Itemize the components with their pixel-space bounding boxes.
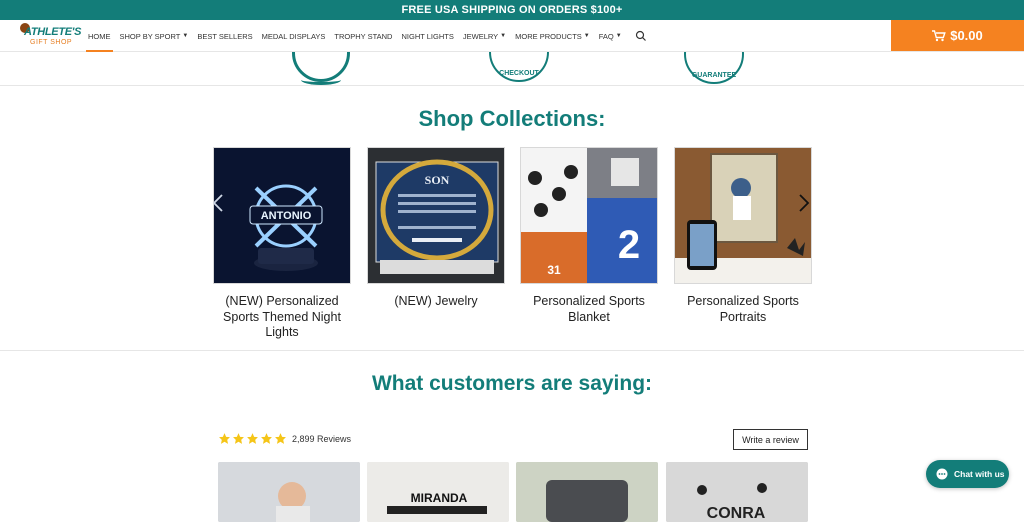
search-icon[interactable] bbox=[635, 30, 647, 42]
review-photo[interactable]: CONRA bbox=[666, 462, 808, 522]
announcement-text: FREE USA SHIPPING ON ORDERS $100+ bbox=[401, 4, 623, 16]
star-icon bbox=[233, 433, 244, 444]
nav-item-night-lights[interactable]: NIGHT LIGHTS bbox=[401, 20, 453, 52]
nav-item-medal-displays[interactable]: MEDAL DISPLAYS bbox=[262, 20, 326, 52]
shipping-badge bbox=[292, 52, 350, 85]
cart-button[interactable]: $0.00 bbox=[891, 20, 1024, 51]
carousel-prev-arrow-icon[interactable] bbox=[212, 193, 224, 213]
collection-name[interactable]: (NEW) Jewelry bbox=[367, 294, 505, 310]
nav-item-jewelry[interactable]: JEWELRY ▼ bbox=[463, 20, 506, 52]
nav-item-more-products[interactable]: MORE PRODUCTS ▼ bbox=[515, 20, 590, 52]
cart-total: $0.00 bbox=[950, 28, 983, 43]
collection-image-portraits[interactable] bbox=[674, 147, 812, 284]
star-icon bbox=[275, 433, 286, 444]
reviews-heading: What customers are saying: bbox=[371, 372, 653, 395]
review-photo[interactable] bbox=[218, 462, 360, 522]
cart-icon bbox=[932, 29, 946, 41]
caret-down-icon: ▼ bbox=[583, 33, 590, 39]
review-photo[interactable] bbox=[516, 462, 658, 522]
nav-item-trophy-stand[interactable]: TROPHY STAND bbox=[334, 20, 392, 52]
logo-line1: ATHLETE'S bbox=[24, 26, 82, 38]
collection-name[interactable]: Personalized Sports Blanket bbox=[520, 294, 658, 325]
collection-card-night-lights[interactable]: ANTONIO (NEW) Personalized Sports Themed… bbox=[213, 147, 351, 341]
blanket-text: 31 bbox=[547, 263, 561, 277]
collection-card-jewelry[interactable]: SON (NEW) Jewelry bbox=[367, 147, 505, 310]
collection-name[interactable]: (NEW) Personalized Sports Themed Night L… bbox=[213, 294, 351, 341]
star-icon bbox=[261, 433, 272, 444]
trust-badges: CHECKOUT GUARANTEE bbox=[0, 52, 1024, 86]
caret-down-icon: ▼ bbox=[500, 33, 507, 39]
chat-label: Chat with us bbox=[954, 469, 1005, 479]
svg-text:2: 2 bbox=[618, 223, 640, 267]
caret-down-icon: ▼ bbox=[615, 33, 622, 39]
section-divider bbox=[0, 350, 1024, 351]
collection-card-portraits[interactable]: Personalized Sports Portraits bbox=[674, 147, 812, 325]
review-photo-text: MIRANDA bbox=[411, 491, 468, 505]
nav-item-faq[interactable]: FAQ ▼ bbox=[599, 20, 622, 52]
star-icon bbox=[247, 433, 258, 444]
review-photo[interactable]: MIRANDA bbox=[367, 462, 509, 522]
site-header: ATHLETE'S GIFT SHOP HOME SHOP BY SPORT ▼ … bbox=[0, 20, 1024, 52]
nav-item-shop-by-sport[interactable]: SHOP BY SPORT ▼ bbox=[120, 20, 189, 52]
collection-card-blanket[interactable]: 2 31 Personalized Sports Blanket bbox=[520, 147, 658, 325]
collection-image-jewelry[interactable]: SON bbox=[367, 147, 505, 284]
nav-item-best-sellers[interactable]: BEST SELLERS bbox=[197, 20, 252, 52]
collection-name[interactable]: Personalized Sports Portraits bbox=[674, 294, 812, 325]
collection-image-blanket[interactable]: 2 31 bbox=[520, 147, 658, 284]
main-nav: HOME SHOP BY SPORT ▼ BEST SELLERS MEDAL D… bbox=[86, 20, 647, 52]
secure-checkout-badge: CHECKOUT bbox=[489, 52, 549, 82]
review-photo-text: CONRA bbox=[707, 505, 766, 522]
carousel-next-arrow-icon[interactable] bbox=[798, 193, 810, 213]
nav-item-home[interactable]: HOME bbox=[86, 20, 112, 52]
star-icon bbox=[219, 433, 230, 444]
jewelry-card-text: SON bbox=[425, 173, 450, 187]
write-review-button[interactable]: Write a review bbox=[733, 429, 808, 450]
collection-image-night-lights[interactable]: ANTONIO bbox=[213, 147, 351, 284]
night-light-text: ANTONIO bbox=[261, 210, 312, 222]
star-rating bbox=[218, 432, 287, 445]
chat-bubble-icon bbox=[936, 468, 948, 480]
logo-line2: GIFT SHOP bbox=[30, 39, 73, 46]
review-count[interactable]: 2,899 Reviews bbox=[292, 434, 351, 444]
chat-button[interactable]: Chat with us bbox=[926, 460, 1009, 488]
caret-down-icon: ▼ bbox=[182, 33, 189, 39]
guarantee-badge: GUARANTEE bbox=[684, 52, 744, 84]
announcement-bar: FREE USA SHIPPING ON ORDERS $100+ bbox=[0, 0, 1024, 20]
site-logo[interactable]: ATHLETE'S GIFT SHOP bbox=[20, 23, 82, 49]
collections-heading: Shop Collections: bbox=[418, 106, 606, 131]
